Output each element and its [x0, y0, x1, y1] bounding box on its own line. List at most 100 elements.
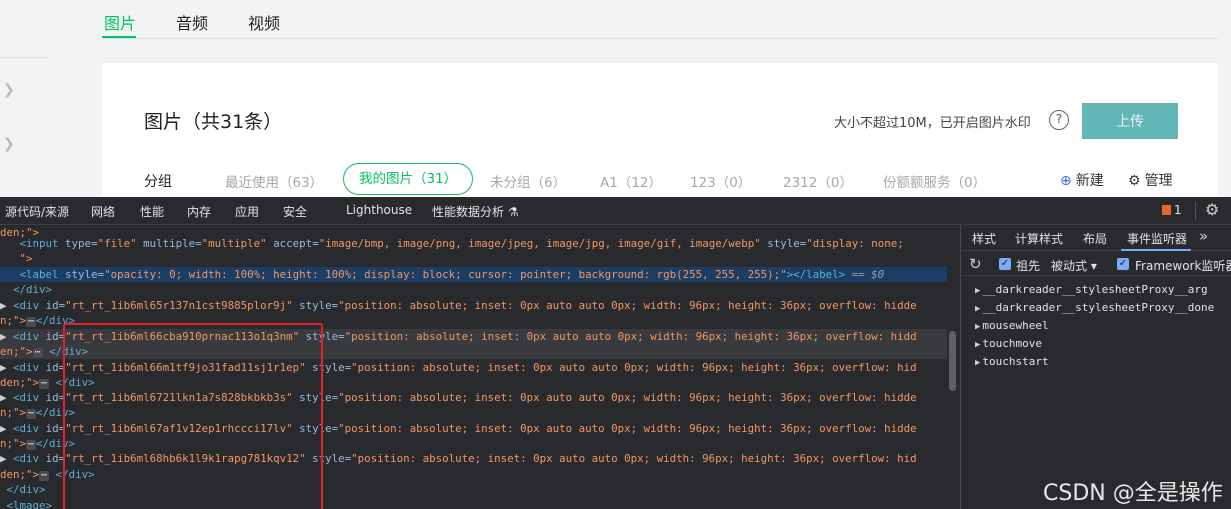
collapsed-ellipsis[interactable]: ⋯	[39, 379, 50, 389]
attr-value: "display: none;	[806, 237, 904, 250]
tab-styles[interactable]: 样式	[972, 230, 996, 247]
expand-triangle-icon[interactable]: ▶	[0, 299, 7, 312]
listener-name: __darkreader__stylesheetProxy__arg	[982, 283, 1208, 296]
expand-triangle-icon[interactable]: ▶	[0, 422, 7, 435]
group-recent[interactable]: 最近使用（63）	[225, 171, 323, 191]
group-a1[interactable]: A1（12）	[600, 171, 662, 191]
code-line-div[interactable]: ▶ <div id="rt_rt_1ib6ml65r137n1cst9885pl…	[0, 298, 947, 313]
tab-sources[interactable]: 源代码/来源	[5, 203, 69, 220]
attr-value: "position: absolute; inset: 0px auto aut…	[338, 391, 917, 404]
attr-value: "position: absolute; inset: 0px auto aut…	[351, 361, 917, 374]
attr-name: id	[45, 452, 59, 465]
framework-label: Framework监听器	[1135, 259, 1231, 273]
code-line-selected[interactable]: <label style="opacity: 0; width: 100%; h…	[0, 267, 947, 283]
group-ungrouped[interactable]: 未分组（6）	[490, 171, 566, 191]
tag-name: <div	[13, 422, 40, 435]
tab-audio[interactable]: 音频	[176, 10, 208, 34]
tab-memory[interactable]: 内存	[187, 203, 211, 220]
tag-close: </div>	[13, 283, 53, 296]
tag-name: <div	[13, 299, 40, 312]
chevron-right-icon[interactable]: ❯	[3, 82, 15, 98]
expand-triangle-icon[interactable]: ▶	[975, 322, 980, 332]
passive-select-label: 被动式	[1051, 259, 1088, 273]
more-tabs-icon[interactable]: »	[1199, 227, 1208, 245]
listener-item[interactable]: ▶ mousewheel	[975, 319, 1049, 332]
upload-hint: 大小不超过10M，已开启图片水印	[834, 116, 1031, 131]
tab-computed[interactable]: 计算样式	[1015, 230, 1063, 247]
gear-icon: ⚙	[1128, 173, 1141, 189]
tab-application[interactable]: 应用	[235, 203, 259, 220]
attr-name: style	[65, 268, 98, 281]
group-my-images[interactable]: 我的图片（31）	[343, 163, 474, 195]
collapsed-ellipsis[interactable]: ⋯	[26, 409, 37, 419]
chevron-right-icon[interactable]: ❯	[3, 136, 15, 152]
tab-performance-insights-label: 性能数据分析	[432, 205, 505, 219]
tab-video[interactable]: 视频	[248, 10, 280, 34]
media-tab-bar: 图片 音频 视频	[0, 0, 1231, 40]
tab-event-listeners[interactable]: 事件监听器	[1127, 230, 1187, 247]
tag-close: ></label>	[786, 268, 846, 281]
attr-value: "position: absolute; inset: 0px auto aut…	[338, 422, 917, 435]
tag-close: </div>	[6, 483, 46, 496]
collapsed-ellipsis[interactable]: ⋯	[32, 348, 43, 358]
code-line[interactable]: ">	[0, 251, 947, 266]
attr-value: den;">	[0, 376, 40, 389]
tab-divider	[102, 38, 1218, 39]
tab-images[interactable]: 图片	[104, 10, 136, 34]
settings-gear-icon[interactable]: ⚙	[1205, 200, 1219, 219]
collapsed-ellipsis[interactable]: ⋯	[39, 471, 50, 481]
tag-name: <label	[19, 268, 59, 281]
tab-performance[interactable]: 性能	[140, 203, 164, 220]
passive-select[interactable]: 被动式 ▾	[1051, 257, 1097, 274]
listener-item[interactable]: ▶ __darkreader__stylesheetProxy__done	[975, 301, 1214, 314]
tab-network[interactable]: 网络	[91, 203, 115, 220]
expand-triangle-icon[interactable]: ▶	[975, 286, 980, 296]
manage-button[interactable]: ⚙ 管理	[1128, 170, 1173, 190]
tab-security[interactable]: 安全	[283, 203, 307, 220]
framework-checkbox[interactable]: ✓	[1117, 258, 1129, 270]
group-2312[interactable]: 2312（0）	[783, 171, 853, 191]
expand-triangle-icon[interactable]: ▶	[975, 340, 980, 350]
attr-value: "multiple"	[201, 237, 267, 250]
group-123[interactable]: 123（0）	[690, 171, 751, 191]
tag-name: <lmage>	[6, 499, 53, 509]
flask-icon: ⚗	[507, 205, 519, 219]
refresh-icon[interactable]: ↻	[969, 255, 982, 273]
collapsed-ellipsis[interactable]: ⋯	[26, 317, 37, 327]
expand-triangle-icon[interactable]: ▶	[975, 304, 980, 314]
new-group-button[interactable]: ⊕ 新建	[1060, 170, 1104, 190]
elements-scrollbar[interactable]	[949, 331, 956, 391]
dropdown-arrow-icon: ▾	[1090, 259, 1097, 273]
code-line[interactable]: </div>	[0, 282, 947, 297]
image-panel: 图片（共31条） 大小不超过10M，已开启图片水印 ? 上传 分组 最近使用（6…	[102, 63, 1218, 203]
ancestors-checkbox[interactable]: ✓	[999, 258, 1011, 270]
tab-layout[interactable]: 布局	[1083, 230, 1107, 247]
attr-value: n;">	[0, 406, 27, 419]
listener-item[interactable]: ▶ touchmove	[975, 337, 1042, 350]
tag-name: <div	[13, 452, 40, 465]
highlight-annotation-box	[63, 323, 323, 509]
group-service[interactable]: 份额额服务（0）	[883, 171, 986, 191]
expand-triangle-icon[interactable]: ▶	[0, 330, 7, 343]
issues-count: 1	[1174, 203, 1182, 217]
listener-item[interactable]: ▶ __darkreader__stylesheetProxy__arg	[975, 283, 1208, 296]
attr-value: "position: absolute; inset: 0px auto aut…	[344, 330, 917, 343]
code-line-input[interactable]: <input type="file" multiple="multiple" a…	[0, 236, 947, 251]
help-icon[interactable]: ?	[1049, 110, 1069, 130]
tab-lighthouse[interactable]: Lighthouse	[346, 203, 412, 217]
issue-flag-icon	[1162, 205, 1171, 215]
attr-value: "position: absolute; inset: 0px auto aut…	[351, 452, 917, 465]
event-listeners-pane: 样式 计算样式 布局 事件监听器 » ↻ ✓ 祖先 被动式 ▾ ✓ Framew…	[961, 225, 1231, 509]
attr-name: style	[767, 237, 800, 250]
tab-performance-insights[interactable]: 性能数据分析 ⚗	[432, 203, 519, 220]
expand-triangle-icon[interactable]: ▶	[0, 391, 7, 404]
screen: 图片 音频 视频 ❯ ❯ 图片（共31条） 大小不超过10M，已开启图片水印 ?…	[0, 0, 1231, 509]
expand-triangle-icon[interactable]: ▶	[0, 452, 7, 465]
issues-counter[interactable]: 1	[1162, 203, 1182, 217]
upload-button[interactable]: 上传	[1082, 103, 1178, 139]
expand-triangle-icon[interactable]: ▶	[0, 361, 7, 374]
listener-item[interactable]: ▶ touchstart	[975, 355, 1049, 368]
collapsed-ellipsis[interactable]: ⋯	[26, 440, 37, 450]
attr-name: id	[45, 391, 59, 404]
expand-triangle-icon[interactable]: ▶	[975, 358, 980, 368]
